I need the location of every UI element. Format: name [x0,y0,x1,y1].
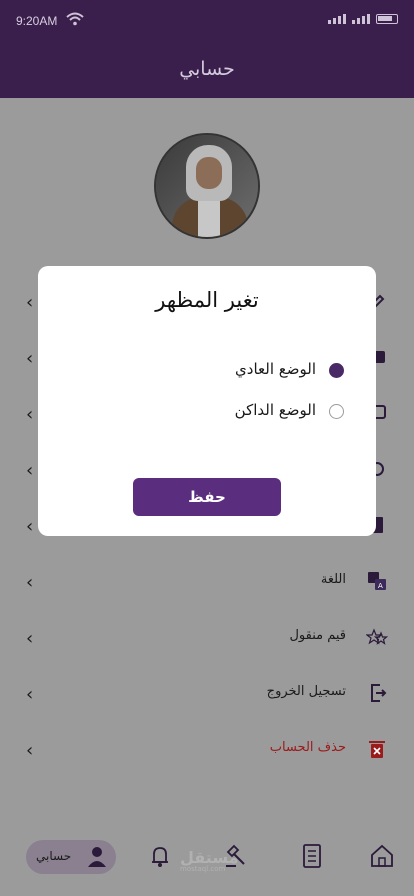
wifi-icon [66,12,84,26]
chevron-left-icon: ‹ [26,292,34,313]
radio-button[interactable] [329,363,344,378]
dialog-title: تغير المظهر [155,288,259,312]
chevron-left-icon: ‹ [26,572,34,593]
nav-profile-button[interactable]: حسابي [26,840,116,874]
signal-icon [328,14,346,24]
battery-icon [376,14,398,24]
nav-profile-label: حسابي [36,849,72,863]
menu-item-delete-account[interactable]: ‹ حذف الحساب [12,726,402,774]
bell-icon[interactable] [146,842,174,870]
option-light-mode[interactable]: الوضع العادي [84,358,344,384]
chevron-left-icon: ‹ [26,348,34,369]
menu-item-rate[interactable]: ‹ قيم منقول [12,614,402,662]
option-dark-mode[interactable]: الوضع الداكن [84,399,344,425]
chevron-left-icon: ‹ [26,684,34,705]
status-indicators [328,14,398,24]
auction-icon[interactable] [222,842,250,870]
home-icon[interactable] [368,842,396,870]
menu-item-label: تسجيل الخروج [266,684,346,699]
status-bar: 9:20AM [0,0,414,44]
chevron-left-icon: ‹ [26,516,34,537]
svg-text:A: A [378,582,383,590]
radio-button[interactable] [329,404,344,419]
menu-item-label: قيم منقول [289,628,346,643]
language-icon: A [368,572,386,590]
status-time: 9:20AM [16,14,58,28]
orders-icon[interactable] [298,842,326,870]
option-label: الوضع الداكن [234,401,316,419]
chevron-left-icon: ‹ [26,404,34,425]
menu-item-label: حذف الحساب [269,740,346,755]
page-title: حسابي [179,58,235,80]
menu-item-logout[interactable]: ‹ تسجيل الخروج [12,670,402,718]
option-label: الوضع العادي [235,360,316,378]
appearance-dialog: تغير المظهر الوضع العادي الوضع الداكن حف… [38,266,376,536]
menu-item-language[interactable]: ‹ اللغة A [12,558,402,606]
logout-icon [371,684,387,702]
signal-2-icon [352,14,370,24]
save-button[interactable]: حفظ [133,478,281,516]
trash-icon [369,741,385,758]
chevron-left-icon: ‹ [26,628,34,649]
chevron-left-icon: ‹ [26,740,34,761]
app-header: حسابي [0,44,414,98]
stars-icon [366,628,388,645]
chevron-left-icon: ‹ [26,460,34,481]
bottom-nav: حسابي مستقل mostaql.com [0,818,414,896]
avatar[interactable] [154,133,260,239]
menu-item-label: اللغة [320,572,346,587]
user-icon [88,847,106,867]
